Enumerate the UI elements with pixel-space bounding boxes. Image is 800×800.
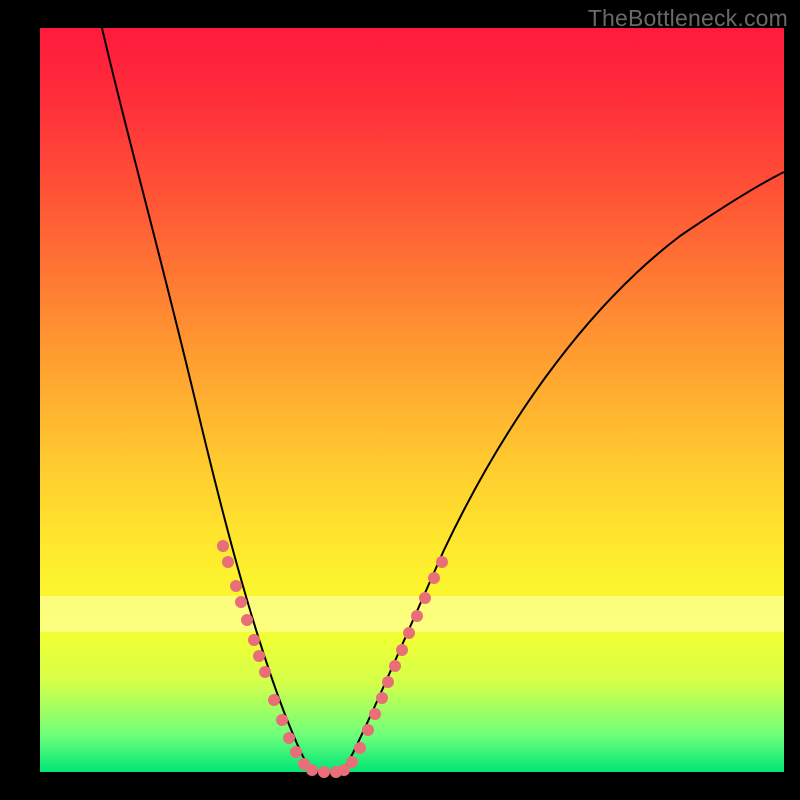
markers-right — [338, 556, 448, 776]
curve-right — [344, 172, 784, 770]
curve-layer — [40, 28, 784, 772]
chart-frame: TheBottleneck.com — [0, 0, 800, 800]
markers-left — [217, 540, 342, 778]
curve-left — [102, 28, 312, 770]
watermark-text: TheBottleneck.com — [588, 5, 788, 32]
